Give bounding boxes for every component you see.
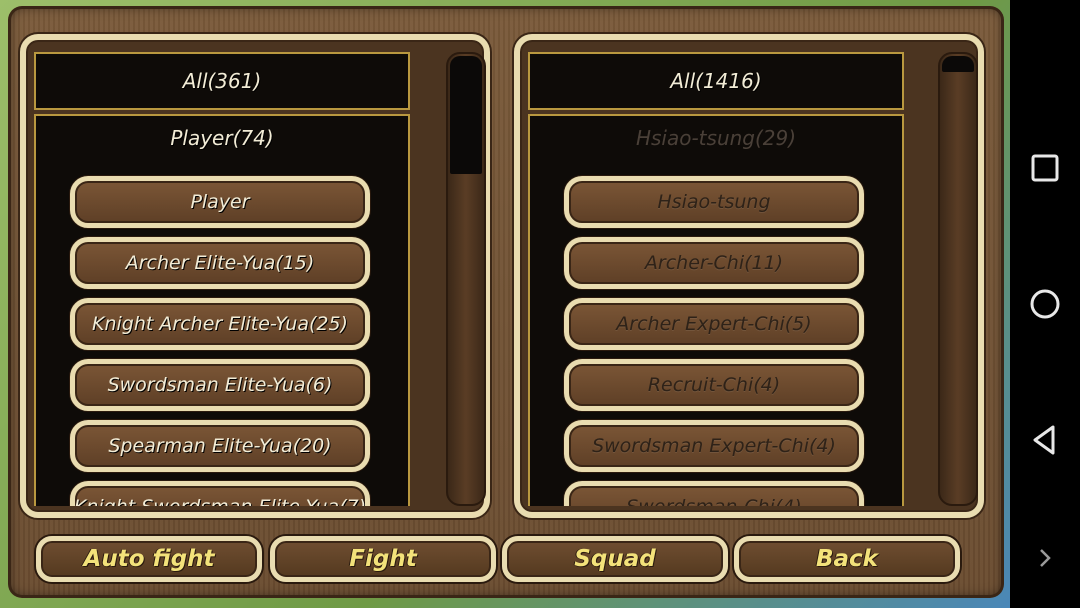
enemy-list-scrollbar[interactable]	[938, 52, 978, 506]
player-list-scrollbar[interactable]	[446, 52, 486, 506]
chevron-right-icon[interactable]	[1027, 540, 1063, 576]
list-item[interactable]: Archer-Chi(11)	[564, 237, 864, 289]
squad-button[interactable]: Squad	[502, 536, 728, 582]
list-item[interactable]: Hsiao-tsung	[564, 176, 864, 228]
list-item[interactable]: Swordsman Elite-Yua(6)	[70, 359, 370, 411]
circle-icon[interactable]	[1027, 286, 1063, 322]
list-item[interactable]: Knight Swordsman Elite-Yua(7)	[70, 481, 370, 506]
enemy-army-panel: All(1416) Hsiao-tsung(29) Hsiao-tsung Ar…	[514, 34, 984, 518]
fight-button[interactable]: Fight	[270, 536, 496, 582]
square-icon[interactable]	[1027, 150, 1063, 186]
player-unit-list[interactable]: Player(74) Player Archer Elite-Yua(15) K…	[34, 114, 410, 506]
enemy-unit-list[interactable]: Hsiao-tsung(29) Hsiao-tsung Archer-Chi(1…	[528, 114, 904, 506]
list-item[interactable]: Swordsman-Chi(4)	[564, 481, 864, 506]
list-item[interactable]: Player	[70, 176, 370, 228]
back-button[interactable]: Back	[734, 536, 960, 582]
triangle-back-icon[interactable]	[1027, 422, 1063, 458]
player-group-title[interactable]: Player(74)	[36, 126, 408, 150]
scrollbar-thumb[interactable]	[450, 56, 482, 174]
list-item[interactable]: Recruit-Chi(4)	[564, 359, 864, 411]
list-item[interactable]: Knight Archer Elite-Yua(25)	[70, 298, 370, 350]
auto-fight-button[interactable]: Auto fight	[36, 536, 262, 582]
list-item[interactable]: Swordsman Expert-Chi(4)	[564, 420, 864, 472]
scrollbar-thumb[interactable]	[942, 56, 974, 72]
system-navigation-bar	[1010, 0, 1080, 608]
list-item[interactable]: Spearman Elite-Yua(20)	[70, 420, 370, 472]
enemy-all-header[interactable]: All(1416)	[528, 52, 904, 110]
list-item[interactable]: Archer Elite-Yua(15)	[70, 237, 370, 289]
player-all-header[interactable]: All(361)	[34, 52, 410, 110]
player-army-panel: All(361) Player(74) Player Archer Elite-…	[20, 34, 490, 518]
enemy-group-title[interactable]: Hsiao-tsung(29)	[530, 126, 902, 150]
list-item[interactable]: Archer Expert-Chi(5)	[564, 298, 864, 350]
